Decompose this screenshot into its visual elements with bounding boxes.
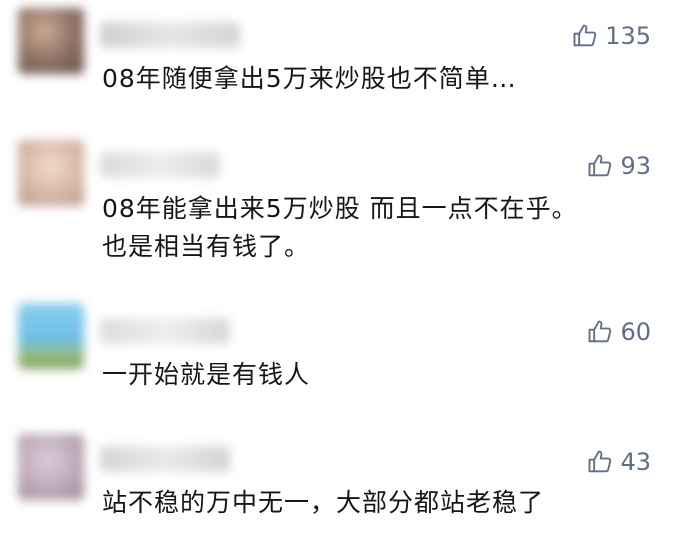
comment-text-line: 站不稳的万中无一，大部分都站老稳了	[102, 488, 545, 517]
thumbs-up-icon	[586, 318, 614, 346]
like-button[interactable]: 43	[586, 448, 651, 476]
username-blurred[interactable]	[100, 446, 230, 472]
username-blurred[interactable]	[100, 22, 240, 48]
comment-text: 08年能拿出来5万炒股 而且一点不在乎。 也是相当有钱了。	[102, 190, 657, 266]
username-blurred[interactable]	[100, 152, 220, 178]
like-button[interactable]: 93	[586, 152, 651, 180]
thumbs-up-icon	[586, 152, 614, 180]
avatar[interactable]	[18, 303, 84, 369]
comment-text-line: 08年能拿出来5万炒股 而且一点不在乎。	[102, 194, 578, 223]
comment-text-line: 一开始就是有钱人	[102, 360, 311, 389]
comment-text-line: 也是相当有钱了。	[102, 232, 311, 261]
avatar[interactable]	[18, 8, 84, 74]
comment-text-line: 08年随便拿出5万来炒股也不简单…	[102, 64, 517, 93]
like-button[interactable]: 135	[571, 22, 651, 50]
username-blurred[interactable]	[100, 318, 230, 344]
like-count: 43	[620, 448, 651, 476]
comment-text: 站不稳的万中无一，大部分都站老稳了	[102, 484, 657, 522]
like-count: 60	[620, 318, 651, 346]
thumbs-up-icon	[586, 448, 614, 476]
like-button[interactable]: 60	[586, 318, 651, 346]
comment-text: 一开始就是有钱人	[102, 356, 657, 394]
avatar[interactable]	[18, 434, 84, 500]
thumbs-up-icon	[571, 22, 599, 50]
comment-text: 08年随便拿出5万来炒股也不简单…	[102, 60, 657, 98]
like-count: 93	[620, 152, 651, 180]
avatar[interactable]	[18, 140, 84, 206]
like-count: 135	[605, 22, 651, 50]
